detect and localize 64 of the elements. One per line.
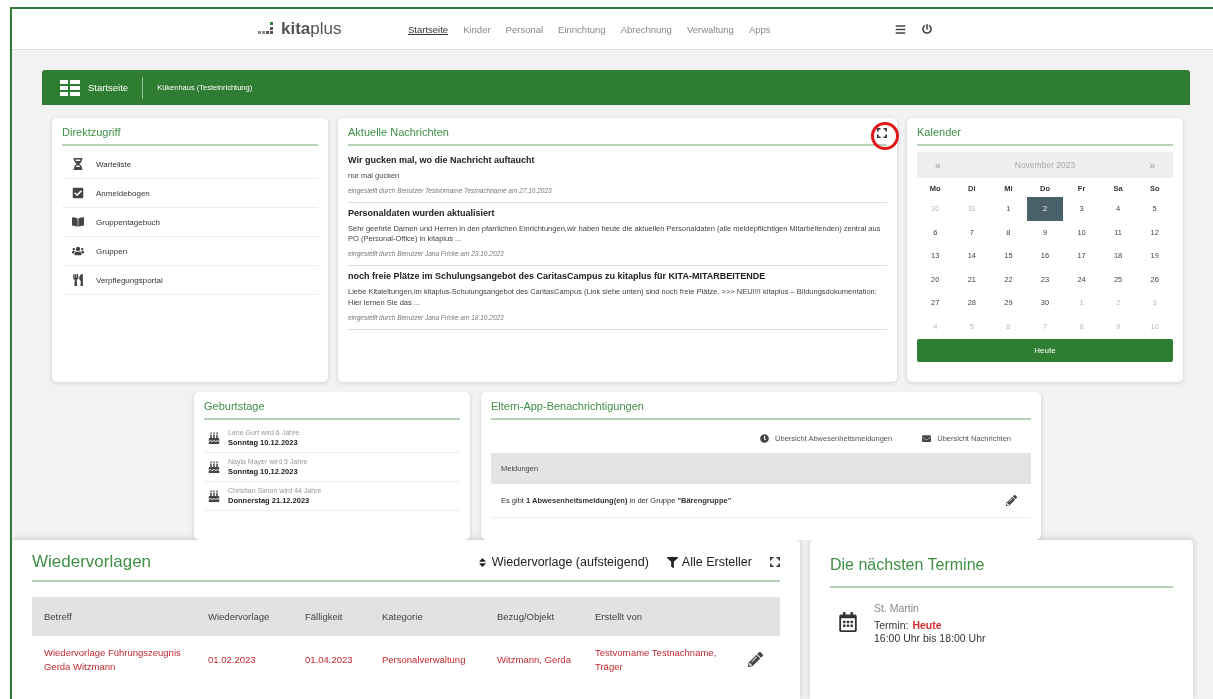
nav-link[interactable]: Verwaltung bbox=[686, 23, 734, 35]
sort-icon bbox=[476, 556, 488, 568]
month-label: November 2023 bbox=[1014, 160, 1076, 170]
hourglass-icon bbox=[72, 158, 84, 170]
table-cell-text: 01.04.2023 bbox=[304, 652, 354, 667]
column-header: Erstellt von bbox=[583, 597, 731, 636]
filter-button[interactable]: Alle Ersteller bbox=[666, 555, 752, 569]
column-header: Kategorie bbox=[370, 597, 485, 636]
table-cell-text: Testvorname Testnachname, Träger bbox=[594, 646, 718, 674]
annotation-circle bbox=[871, 122, 899, 150]
logo-text: kitaplus bbox=[281, 19, 342, 39]
card-title: Aktuelle Nachrichten bbox=[348, 126, 887, 146]
pencil-icon[interactable] bbox=[748, 652, 763, 668]
card-title: Die nächsten Termine bbox=[830, 552, 1173, 588]
table-cell-text: 01.02.2023 bbox=[207, 652, 257, 667]
nav-link[interactable]: Personal bbox=[505, 23, 544, 35]
book-icon bbox=[72, 216, 84, 228]
power-icon[interactable] bbox=[921, 24, 932, 34]
nav-link[interactable]: Kinder bbox=[463, 23, 491, 35]
cake-icon bbox=[208, 461, 220, 473]
nav-link[interactable]: Abrechnung bbox=[620, 23, 672, 35]
card-title: Direktzugriff bbox=[62, 126, 318, 146]
breadcrumb-page[interactable]: Startseite bbox=[88, 82, 129, 93]
pencil-icon[interactable] bbox=[1006, 495, 1017, 506]
news-title: Wir gucken mal, wo die Nachricht auftaucht bbox=[348, 155, 536, 165]
event-date: Heute bbox=[912, 619, 942, 631]
today-button[interactable]: Heute bbox=[917, 339, 1173, 362]
sort-button[interactable]: Wiedervorlage (aufsteigend) bbox=[476, 555, 649, 569]
news-title: noch freie Plätze im Schulungsangebot des CaritasCampus zu kitaplus für KITA-MITARBEITENDE bbox=[348, 271, 767, 282]
nav-link[interactable]: Einrichtung bbox=[558, 23, 606, 35]
envelope-icon bbox=[922, 434, 932, 443]
column-header: Wiedervorlage bbox=[196, 597, 293, 636]
column-header: Betreff bbox=[32, 597, 196, 636]
filter-icon bbox=[666, 556, 678, 568]
news-title: Personaldaten wurden aktualisiert bbox=[348, 208, 496, 219]
quick-link[interactable]: Verpflegungsportal bbox=[62, 266, 318, 295]
event-label: Termin: bbox=[874, 619, 909, 631]
table-cell-text: Wiedervorlage Führungszeugnis Gerda Witzmann bbox=[43, 646, 182, 674]
quick-link[interactable]: Warteliste bbox=[62, 150, 318, 179]
card-title: Wiedervorlagen bbox=[32, 552, 153, 572]
dashboard-icon bbox=[60, 79, 80, 96]
table-cell-text: Personalverwaltung bbox=[381, 652, 467, 667]
clock-icon bbox=[760, 434, 770, 443]
expand-button[interactable] bbox=[877, 128, 887, 138]
event-time: 16:00 Uhr bis 18:00 Uhr bbox=[874, 632, 986, 644]
cake-icon bbox=[208, 432, 220, 444]
column-header: Fälligkeit bbox=[293, 597, 370, 636]
menu-icon[interactable] bbox=[894, 23, 906, 35]
people-icon bbox=[72, 245, 84, 257]
card-title: Geburtstage bbox=[204, 400, 460, 420]
quick-link[interactable]: Anmeldebogen bbox=[62, 179, 318, 208]
card-title: Kalender bbox=[917, 126, 1173, 146]
cake-icon bbox=[208, 490, 220, 502]
cutlery-icon bbox=[72, 274, 84, 286]
column-header: Bezug/Objekt bbox=[485, 597, 583, 636]
quick-link[interactable]: Gruppen bbox=[62, 237, 318, 266]
expand-button[interactable] bbox=[770, 557, 780, 567]
quick-link[interactable]: Gruppentagebuch bbox=[62, 208, 318, 237]
event-name: St. Martin bbox=[874, 602, 920, 614]
card-title: Eltern-App-Benachrichtigungen bbox=[491, 400, 1031, 420]
table-cell-text: Witzmann, Gerda bbox=[496, 652, 572, 667]
nav-link[interactable]: Startseite bbox=[408, 23, 449, 35]
calendar-icon bbox=[838, 612, 858, 632]
nav-link[interactable]: Apps bbox=[748, 23, 771, 35]
